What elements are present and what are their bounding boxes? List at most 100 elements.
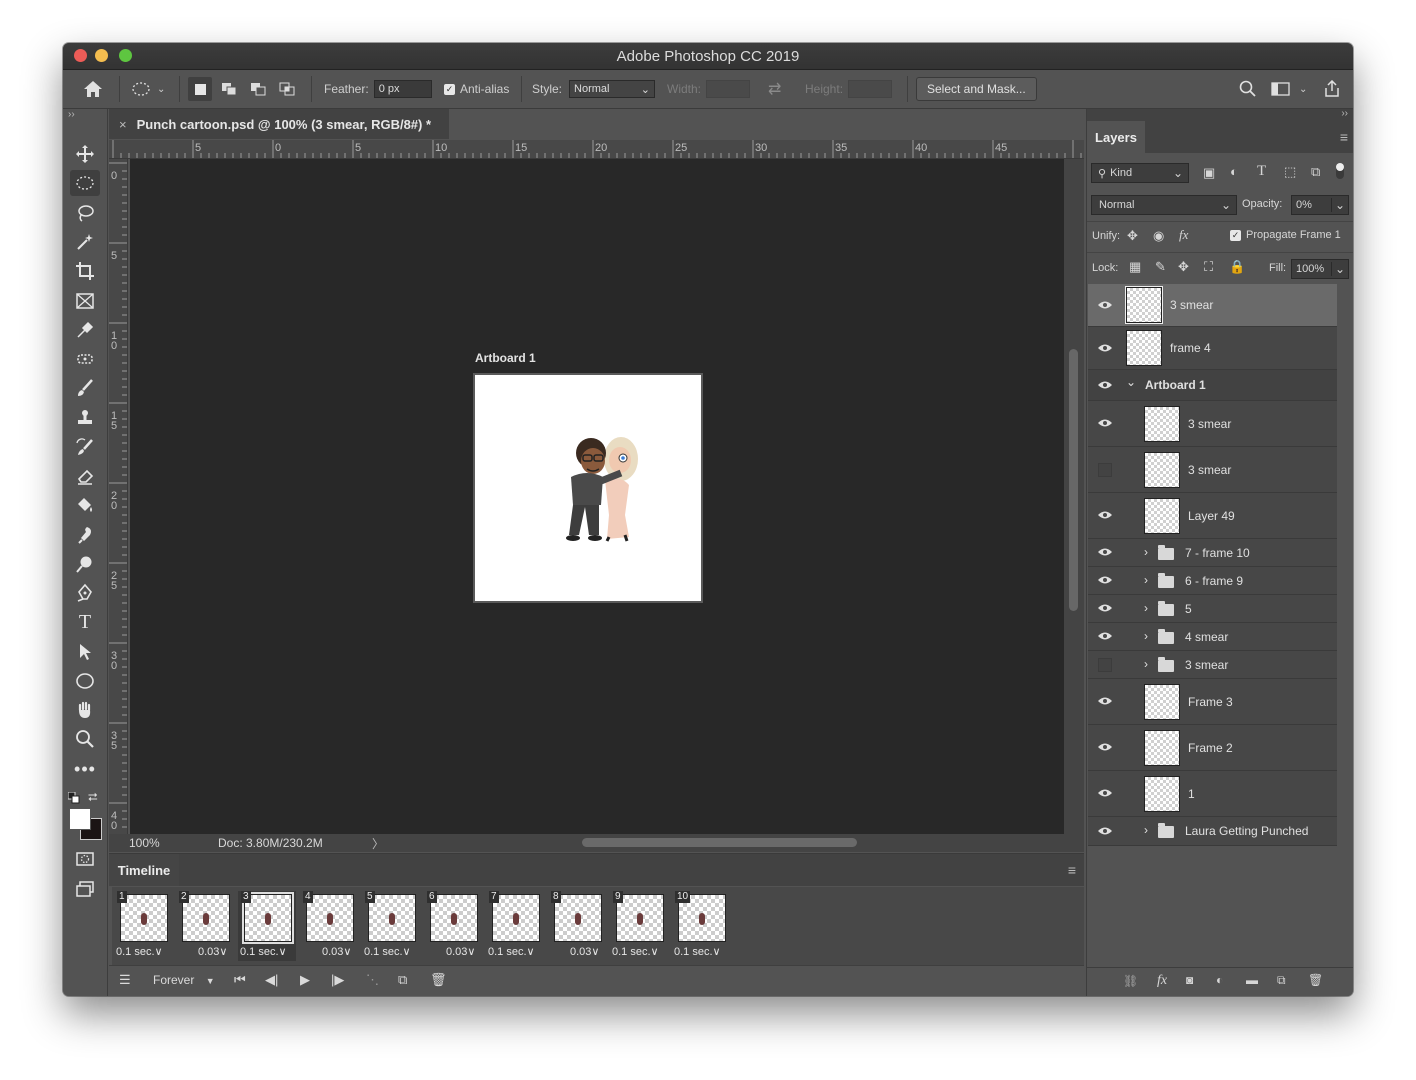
eye-icon[interactable] <box>1097 742 1113 752</box>
more-tools-icon[interactable]: ••• <box>70 756 100 782</box>
opacity-input[interactable]: 0% ⌄ <box>1291 195 1349 215</box>
eraser-tool-icon[interactable] <box>70 463 100 489</box>
select-and-mask-button[interactable]: Select and Mask... <box>916 77 1037 101</box>
frame-delay[interactable]: 0.1 sec.∨ <box>364 945 420 958</box>
frame-delay[interactable]: 0.1 sec.∨ <box>240 945 296 958</box>
adjustment-layer-icon[interactable]: ◐ <box>1216 973 1223 987</box>
adjustment-layer-filter-icon[interactable]: ◐ <box>1230 164 1238 179</box>
pixel-layer-filter-icon[interactable]: ▣ <box>1203 165 1215 181</box>
eye-icon[interactable] <box>1097 575 1113 585</box>
collapse-icon[interactable]: ›› <box>1341 108 1348 119</box>
panel-menu-icon[interactable]: ≡ <box>1068 862 1076 878</box>
unify-position-icon[interactable]: ✥ <box>1127 228 1138 244</box>
feather-input[interactable]: 0 px <box>373 80 432 98</box>
lock-image-pixels-icon[interactable]: ✎ <box>1155 259 1166 275</box>
delete-frame-icon[interactable]: 🗑 <box>430 972 447 988</box>
group-row[interactable]: › Laura Getting Punched <box>1088 817 1337 846</box>
group-row[interactable]: › 5 <box>1088 595 1337 623</box>
default-colors-icon[interactable] <box>67 791 80 807</box>
chevron-right-icon[interactable]: › <box>1144 823 1148 837</box>
frame-delay[interactable]: 0.1 sec.∨ <box>612 945 668 958</box>
animation-frame[interactable]: 4 0.03∨ <box>300 891 358 961</box>
animation-frame[interactable]: 6 0.03∨ <box>424 891 482 961</box>
smudge-tool-icon[interactable] <box>70 522 100 548</box>
shape-layer-filter-icon[interactable]: ⬚ <box>1284 164 1296 180</box>
new-group-icon[interactable]: ▬ <box>1246 973 1258 987</box>
convert-timeline-icon[interactable]: ☰ <box>119 972 131 988</box>
layer-row[interactable]: Layer 49 <box>1088 493 1337 539</box>
eyedropper-tool-icon[interactable] <box>70 317 100 343</box>
lock-transparent-pixels-icon[interactable]: ▦ <box>1129 259 1141 275</box>
brush-tool-icon[interactable] <box>70 375 100 401</box>
foreground-color-swatch[interactable] <box>69 808 91 830</box>
height-input[interactable] <box>848 80 893 98</box>
visibility-toggle-off[interactable] <box>1098 463 1112 477</box>
canvas-area[interactable]: Artboard 1 <box>130 159 1064 835</box>
frame-delay[interactable]: 0.03∨ <box>322 945 358 958</box>
timeline-tab[interactable]: Timeline <box>109 854 179 886</box>
group-row[interactable]: › 7 - frame 10 <box>1088 539 1337 567</box>
loop-options-select[interactable]: Forever ▼ <box>153 973 215 987</box>
lock-position-icon[interactable]: ✥ <box>1178 259 1189 275</box>
pen-tool-icon[interactable] <box>70 580 100 606</box>
vertical-scroll-thumb[interactable] <box>1069 349 1078 611</box>
eye-icon[interactable] <box>1097 826 1113 836</box>
antialias-checkbox[interactable]: ✓ Anti-alias <box>444 70 509 108</box>
layer-row[interactable]: 1 <box>1088 771 1337 817</box>
close-tab-icon[interactable]: × <box>119 117 127 132</box>
layers-tab[interactable]: Layers <box>1087 121 1145 154</box>
frame-delay[interactable]: 0.03∨ <box>198 945 234 958</box>
add-mask-icon[interactable]: ◙ <box>1186 973 1193 987</box>
lasso-tool-icon[interactable] <box>70 200 100 226</box>
new-selection-button[interactable] <box>188 77 212 101</box>
link-layers-icon[interactable]: ⛓ <box>1123 974 1138 988</box>
eye-icon[interactable] <box>1097 343 1113 353</box>
frame-delay[interactable]: 0.1 sec.∨ <box>488 945 544 958</box>
group-row[interactable]: › 4 smear <box>1088 623 1337 651</box>
frame-delay[interactable]: 0.1 sec.∨ <box>674 945 730 958</box>
chevron-right-icon[interactable]: › <box>1144 601 1148 615</box>
layer-row[interactable]: 3 smear <box>1088 284 1337 327</box>
eye-icon[interactable] <box>1097 631 1113 641</box>
previous-frame-icon[interactable]: ◀| <box>265 972 278 988</box>
vertical-scrollbar[interactable] <box>1064 159 1084 835</box>
swap-arrows-icon[interactable]: ⇄ <box>768 70 781 108</box>
swap-colors-icon[interactable]: ⮂ <box>88 790 98 805</box>
eye-icon[interactable] <box>1097 603 1113 613</box>
move-tool-icon[interactable] <box>70 141 100 167</box>
dodge-tool-icon[interactable] <box>70 551 100 577</box>
artboard[interactable] <box>473 373 703 603</box>
zoom-tool-icon[interactable] <box>70 726 100 752</box>
fill-input[interactable]: 100% ⌄ <box>1291 259 1349 279</box>
status-menu-arrow-icon[interactable]: 〉 <box>372 835 384 852</box>
history-brush-tool-icon[interactable] <box>70 434 100 460</box>
magic-wand-tool-icon[interactable] <box>70 229 100 255</box>
eye-icon[interactable] <box>1097 300 1113 310</box>
eye-icon[interactable] <box>1097 696 1113 706</box>
chevron-right-icon[interactable]: › <box>1144 657 1148 671</box>
type-tool-icon[interactable]: T <box>70 609 100 635</box>
collapse-icon[interactable]: ›› <box>68 109 75 120</box>
healing-brush-tool-icon[interactable] <box>70 346 100 372</box>
horizontal-scroll-thumb[interactable] <box>582 838 857 847</box>
path-selection-tool-icon[interactable] <box>70 639 100 665</box>
marquee-preset-picker[interactable]: ⌄ <box>131 70 165 108</box>
smart-object-filter-icon[interactable]: ⧉ <box>1311 164 1320 180</box>
play-icon[interactable]: ▶ <box>300 972 310 988</box>
home-icon[interactable] <box>83 70 103 108</box>
eye-icon[interactable] <box>1097 418 1113 428</box>
duplicate-frame-icon[interactable]: ⧉ <box>398 972 407 988</box>
blend-mode-select[interactable]: Normal ⌄ <box>1091 195 1237 215</box>
frame-delay[interactable]: 0.1 sec.∨ <box>116 945 172 958</box>
type-layer-filter-icon[interactable]: T <box>1257 163 1266 180</box>
width-input[interactable] <box>706 80 751 98</box>
paint-bucket-tool-icon[interactable] <box>70 492 100 518</box>
animation-frame[interactable]: 8 0.03∨ <box>548 891 606 961</box>
subtract-from-selection-button[interactable] <box>246 77 270 101</box>
unify-visibility-icon[interactable]: ◉ <box>1153 228 1164 244</box>
artboard-row[interactable]: ⌄ Artboard 1 <box>1088 370 1337 401</box>
animation-frame[interactable]: 9 0.1 sec.∨ <box>610 891 668 961</box>
layer-row[interactable]: 3 smear <box>1088 447 1337 493</box>
document-tab[interactable]: × Punch cartoon.psd @ 100% (3 smear, RGB… <box>109 109 449 139</box>
search-icon[interactable] <box>1239 70 1257 108</box>
